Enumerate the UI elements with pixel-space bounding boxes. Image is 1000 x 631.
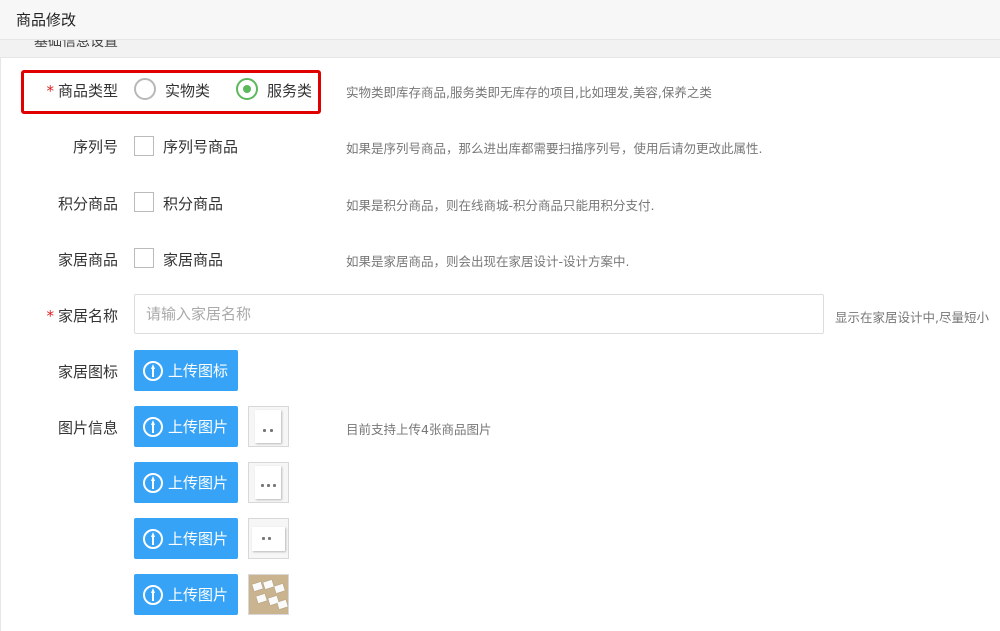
- product-type-hint: 实物类即库存商品,服务类即无库存的项目,比如理发,美容,保养之类: [346, 85, 712, 100]
- home-label: 家居商品: [57, 251, 118, 269]
- upload-arrow-icon: [143, 584, 163, 605]
- radio-service[interactable]: [236, 78, 258, 100]
- radio-physical[interactable]: [134, 78, 156, 100]
- home-name-label: * 家居名称: [46, 307, 118, 325]
- product-type-label: * 商品类型: [46, 82, 118, 100]
- points-checkbox[interactable]: [134, 192, 154, 212]
- upload-image-button-2[interactable]: 上传图片: [134, 462, 238, 503]
- home-name-hint: 显示在家居设计中,尽量短小: [835, 310, 989, 325]
- image-thumbnail-3[interactable]: [248, 518, 289, 559]
- image-thumbnail-4[interactable]: [248, 574, 289, 615]
- points-hint: 如果是积分商品，则在线商城-积分商品只能用积分支付.: [346, 198, 655, 213]
- home-checkbox[interactable]: [134, 248, 154, 268]
- home-name-input[interactable]: [134, 294, 824, 334]
- upload-icon-button[interactable]: 上传图标: [134, 350, 238, 391]
- home-icon-label: 家居图标: [57, 363, 118, 381]
- home-hint: 如果是家居商品，则会出现在家居设计-设计方案中.: [346, 254, 630, 269]
- image-thumbnail-2[interactable]: [248, 462, 289, 503]
- image-thumbnail-1[interactable]: [248, 406, 289, 447]
- radio-service-label[interactable]: 服务类: [267, 80, 312, 101]
- serial-hint: 如果是序列号商品，那么进出库都需要扫描序列号，使用后请勿更改此属性.: [346, 141, 763, 156]
- upload-arrow-icon: [143, 528, 163, 549]
- required-mark: *: [46, 307, 54, 325]
- section-title: 基础信息设置: [34, 40, 118, 50]
- upload-image-button-3[interactable]: 上传图片: [134, 518, 238, 559]
- images-hint: 目前支持上传4张商品图片: [346, 422, 492, 437]
- serial-checkbox-label[interactable]: 序列号商品: [163, 136, 238, 157]
- serial-label: 序列号: [72, 138, 118, 156]
- section-header: 基础信息设置: [0, 40, 1000, 58]
- serial-checkbox[interactable]: [134, 136, 154, 156]
- points-checkbox-label[interactable]: 积分商品: [163, 193, 223, 214]
- upload-arrow-icon: [143, 360, 163, 381]
- upload-image-button-1[interactable]: 上传图片: [134, 406, 238, 447]
- page-title: 商品修改: [16, 11, 77, 29]
- home-checkbox-label[interactable]: 家居商品: [163, 249, 223, 270]
- title-bar: 商品修改: [0, 0, 1000, 40]
- upload-arrow-icon: [143, 472, 163, 493]
- images-label: 图片信息: [57, 419, 118, 437]
- radio-physical-label[interactable]: 实物类: [165, 80, 210, 101]
- points-label: 积分商品: [57, 195, 118, 213]
- upload-image-button-4[interactable]: 上传图片: [134, 574, 238, 615]
- upload-arrow-icon: [143, 416, 163, 437]
- required-mark: *: [46, 82, 54, 100]
